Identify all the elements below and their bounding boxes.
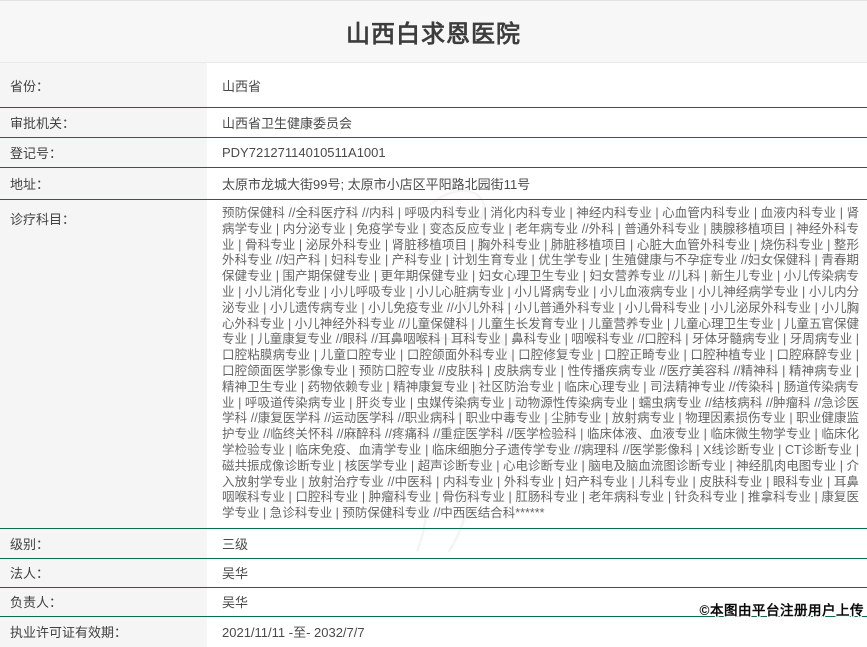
table-row-treatment-subjects: 诊疗科目： 预防保健科 //全科医疗科 //内科 | 呼吸内科专业 | 消化内科… (0, 200, 867, 529)
row-label: 负责人： (0, 588, 207, 616)
table-row-license-validity: 执业许可证有效期： 2021/11/11 -至- 2032/7/7 (0, 617, 867, 647)
registration-info-table: 省份： 山西省 审批机关： 山西省卫生健康委员会 登记号： PDY7212711… (0, 63, 867, 647)
row-label: 地址： (0, 168, 207, 199)
table-row-address: 地址： 太原市龙城大街99号; 太原市小店区平阳路北园街11号 (0, 168, 867, 200)
uploader-watermark: ©本图由平台注册用户上传 (700, 599, 864, 619)
table-row-approval-authority: 审批机关： 山西省卫生健康委员会 (0, 108, 867, 138)
row-value: 山西省 (207, 63, 867, 107)
table-row-level: 级别： 三级 (0, 529, 867, 559)
page-header: 山西白求恩医院 (0, 1, 867, 63)
page-title: 山西白求恩医院 (346, 14, 521, 49)
row-value: 预防保健科 //全科医疗科 //内科 | 呼吸内科专业 | 消化内科专业 | 神… (207, 200, 867, 528)
row-value: 吴华 (207, 559, 867, 587)
row-value: 山西省卫生健康委员会 (207, 108, 867, 137)
row-value: 2021/11/11 -至- 2032/7/7 (207, 617, 867, 647)
table-row-legal-person: 法人： 吴华 (0, 559, 867, 588)
table-row-registration-number: 登记号： PDY72127114010511A1001 (0, 138, 867, 168)
row-label: 法人： (0, 559, 207, 587)
row-value: 三级 (207, 529, 867, 558)
row-label: 登记号： (0, 138, 207, 167)
row-label: 执业许可证有效期： (0, 617, 207, 647)
table-row-province: 省份： 山西省 (0, 63, 867, 108)
row-label: 省份： (0, 63, 207, 107)
row-value: 太原市龙城大街99号; 太原市小店区平阳路北园街11号 (207, 168, 867, 199)
row-label: 诊疗科目： (0, 200, 207, 528)
row-label: 审批机关： (0, 108, 207, 137)
row-label: 级别： (0, 529, 207, 558)
row-value: PDY72127114010511A1001 (207, 138, 867, 167)
